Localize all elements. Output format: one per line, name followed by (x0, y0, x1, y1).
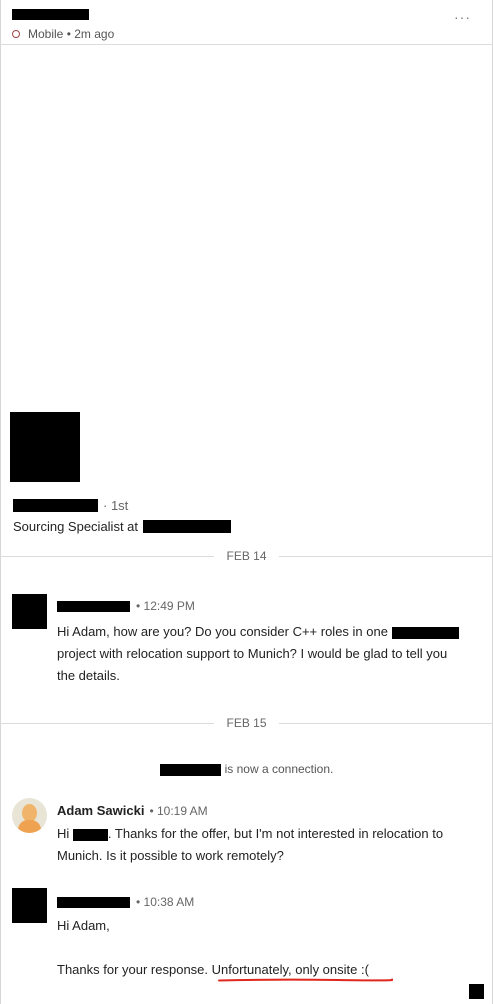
date-divider-label: FEB 15 (214, 716, 279, 730)
profile-avatar-redacted[interactable] (10, 412, 80, 482)
redacted-company-inline (391, 626, 459, 639)
message-header: • 10:38 AM (57, 895, 194, 909)
more-options-icon[interactable]: ··· (454, 9, 471, 25)
message-body: Hi Adam, how are you? Do you consider C+… (57, 621, 459, 687)
date-divider: FEB 15 (0, 716, 493, 730)
user-avatar[interactable] (12, 798, 47, 833)
profile-headline-text: Sourcing Specialist at (13, 519, 139, 534)
sender-avatar-redacted[interactable] (12, 888, 47, 923)
message-line: Munich. Is it possible to work remotely? (57, 848, 284, 863)
redacted-connection-name[interactable] (159, 763, 221, 776)
message-time: • 10:38 AM (136, 895, 195, 909)
connection-notice-text: is now a connection. (224, 762, 334, 776)
redacted-recipient-name (72, 828, 108, 841)
message-header: Adam Sawicki • 10:19 AM (57, 803, 208, 818)
message-header: • 12:49 PM (57, 599, 195, 613)
message-body: Hi . Thanks for the offer, but I'm not i… (57, 823, 443, 867)
sender-name[interactable]: Adam Sawicki (57, 803, 144, 818)
message-line: Hi Adam, (57, 918, 110, 933)
sender-avatar-redacted[interactable] (12, 594, 47, 629)
message-time: • 12:49 PM (136, 599, 195, 613)
connection-notice: is now a connection. (0, 762, 493, 776)
message-time: • 10:19 AM (149, 803, 208, 818)
conversation-header: Mobile • 2m ago ··· (0, 0, 493, 45)
redacted-sender-name[interactable] (57, 896, 130, 908)
date-divider-label: FEB 14 (214, 549, 279, 563)
date-divider: FEB 14 (0, 549, 493, 563)
redacted-sender-name[interactable] (57, 600, 130, 612)
connection-degree: · 1st (103, 498, 129, 513)
annotation-underline (218, 978, 393, 982)
presence-time: 2m ago (74, 27, 115, 41)
message-body: Hi Adam, Thanks for your response. Unfor… (57, 915, 369, 981)
message-line: project with relocation support to Munic… (57, 646, 448, 661)
presence-label: Mobile (28, 27, 64, 41)
redacted-contact-name (12, 9, 89, 20)
highlighted-text: Unfortunately, only onsite :( (211, 962, 369, 977)
presence-dot-icon (12, 30, 20, 38)
redacted-company (143, 520, 232, 533)
message-line: the details. (57, 668, 120, 683)
profile-name-line: · 1st (13, 498, 128, 513)
profile-headline: Sourcing Specialist at (13, 519, 232, 534)
message-line: Hi Adam, how are you? Do you consider C+… (57, 621, 459, 643)
presence-status: Mobile • 2m ago (12, 27, 114, 41)
redacted-corner-mark (469, 984, 484, 999)
message-line: Hi . Thanks for the offer, but I'm not i… (57, 826, 444, 841)
redacted-profile-name[interactable] (13, 499, 98, 512)
